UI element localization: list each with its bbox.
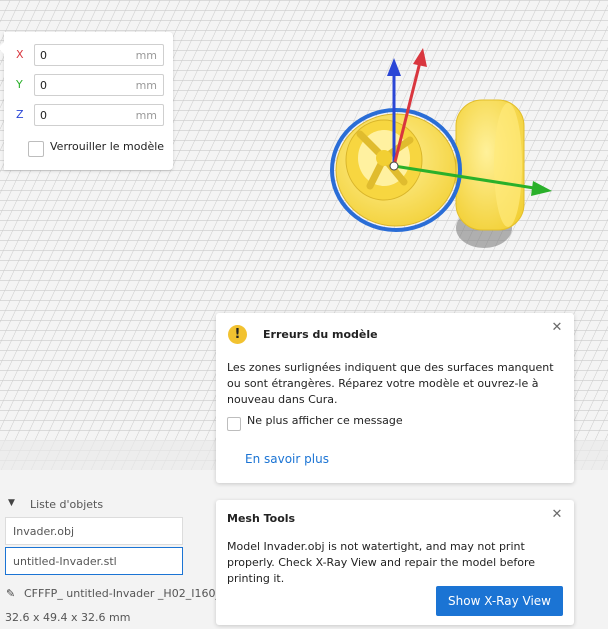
x-position-input[interactable]: 0 mm bbox=[34, 44, 164, 66]
x-axis-label: X bbox=[16, 48, 24, 61]
object-list-item-selected[interactable]: untitled-Invader.stl bbox=[5, 547, 183, 575]
y-unit: mm bbox=[135, 79, 157, 92]
lock-model-label: Verrouiller le modèle bbox=[50, 140, 165, 153]
object-name: Invader.obj bbox=[13, 525, 74, 538]
object-list-title: Liste d'objets bbox=[30, 498, 104, 511]
z-axis-label: Z bbox=[16, 108, 24, 121]
object-name: untitled-Invader.stl bbox=[13, 555, 117, 568]
job-name-row[interactable]: ✎ CFFFP_ untitled-Invader _H02_I160_S6 bbox=[6, 587, 218, 603]
mesh-tools-notification: Mesh Tools ✕ Model Invader.obj is not wa… bbox=[216, 500, 574, 625]
model-dimensions: 32.6 x 49.4 x 32.6 mm bbox=[5, 611, 131, 624]
move-tool-panel: X 0 mm Y 0 mm Z 0 mm Verrouiller le modè… bbox=[0, 32, 173, 170]
lock-model-checkbox[interactable] bbox=[28, 140, 44, 157]
model-errors-message: Les zones surlignées indiquent que des s… bbox=[227, 361, 554, 406]
dont-show-again-checkbox[interactable] bbox=[227, 416, 241, 431]
close-icon[interactable]: ✕ bbox=[550, 321, 564, 335]
x-unit: mm bbox=[135, 49, 157, 62]
x-position-row: X 0 mm bbox=[16, 44, 166, 68]
panel-caret bbox=[0, 42, 4, 54]
y-value: 0 bbox=[40, 79, 47, 92]
x-value: 0 bbox=[40, 49, 47, 62]
y-position-input[interactable]: 0 mm bbox=[34, 74, 164, 96]
z-position-input[interactable]: 0 mm bbox=[34, 104, 164, 126]
close-icon[interactable]: ✕ bbox=[550, 508, 564, 522]
y-axis-label: Y bbox=[16, 78, 23, 91]
z-unit: mm bbox=[135, 109, 157, 122]
job-name: CFFFP_ untitled-Invader _H02_I160_S6 bbox=[24, 587, 218, 600]
mesh-tools-message: Model Invader.obj is not watertight, and… bbox=[227, 540, 536, 585]
dont-show-again-row[interactable]: Ne plus afficher ce message bbox=[227, 413, 527, 431]
model-errors-title: Erreurs du modèle bbox=[263, 328, 378, 341]
warning-icon: ! bbox=[228, 325, 247, 344]
y-position-row: Y 0 mm bbox=[16, 74, 166, 98]
dont-show-again-label: Ne plus afficher ce message bbox=[247, 414, 403, 427]
learn-more-link[interactable]: En savoir plus bbox=[245, 452, 329, 466]
object-list-toggle[interactable]: ▼ Liste d'objets bbox=[8, 498, 208, 514]
object-list-item[interactable]: Invader.obj bbox=[5, 517, 183, 545]
chevron-down-icon: ▼ bbox=[8, 498, 15, 508]
mesh-tools-title: Mesh Tools bbox=[227, 512, 296, 525]
z-position-row: Z 0 mm bbox=[16, 104, 166, 128]
lock-model-row[interactable]: Verrouiller le modèle bbox=[28, 138, 168, 158]
pencil-icon[interactable]: ✎ bbox=[6, 587, 15, 600]
show-xray-view-button[interactable]: Show X-Ray View bbox=[436, 586, 563, 616]
model-errors-notification: ! Erreurs du modèle ✕ Les zones surligné… bbox=[216, 313, 574, 483]
z-value: 0 bbox=[40, 109, 47, 122]
